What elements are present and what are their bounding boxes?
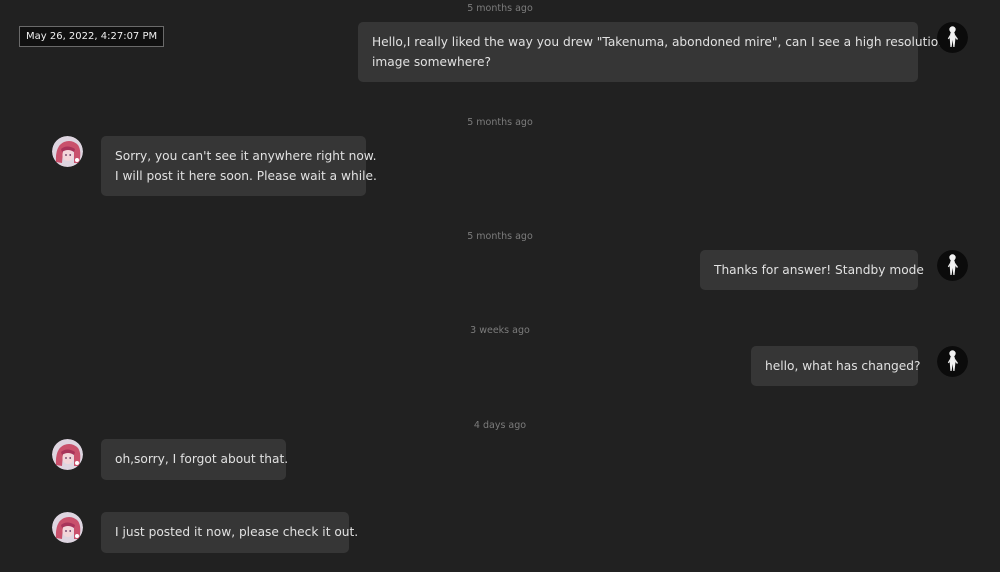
- timestamp: 4 days ago: [473, 420, 527, 431]
- timestamp-tooltip: May 26, 2022, 4:27:07 PM: [19, 26, 165, 47]
- silhouette-avatar-icon[interactable]: [937, 22, 968, 53]
- anime-girl-avatar-icon[interactable]: [52, 512, 83, 543]
- message-text: Hello,I really liked the way you drew "T…: [372, 35, 946, 49]
- message-text: I just posted it now, please check it ou…: [115, 525, 359, 539]
- message-text: Thanks for answer! Standby mode: [714, 263, 924, 277]
- timestamp: 3 weeks ago: [470, 325, 530, 336]
- anime-girl-avatar-icon[interactable]: [52, 136, 83, 167]
- message-bubble-sent[interactable]: Hello,I really liked the way you drew "T…: [358, 22, 946, 82]
- message-bubble-received[interactable]: I just posted it now, please check it ou…: [101, 512, 359, 553]
- message-text: oh,sorry, I forgot about that.: [115, 452, 289, 466]
- timestamp: 5 months ago: [467, 117, 533, 128]
- timestamp: 5 months ago: [467, 231, 533, 242]
- anime-girl-avatar-icon[interactable]: [52, 439, 83, 470]
- message-text: Sorry, you can't see it anywhere right n…: [115, 149, 377, 163]
- timestamp: 5 months ago: [467, 3, 533, 14]
- message-bubble-sent[interactable]: Thanks for answer! Standby mode: [700, 250, 924, 290]
- silhouette-avatar-icon[interactable]: [937, 346, 968, 377]
- message-bubble-received[interactable]: Sorry, you can't see it anywhere right n…: [101, 136, 377, 196]
- message-text: I will post it here soon. Please wait a …: [115, 169, 377, 183]
- silhouette-avatar-icon[interactable]: [937, 250, 968, 281]
- message-text: hello, what has changed?: [765, 359, 921, 373]
- message-bubble-sent[interactable]: hello, what has changed?: [751, 346, 921, 386]
- message-text: image somewhere?: [372, 55, 491, 69]
- message-bubble-received[interactable]: oh,sorry, I forgot about that.: [101, 439, 289, 480]
